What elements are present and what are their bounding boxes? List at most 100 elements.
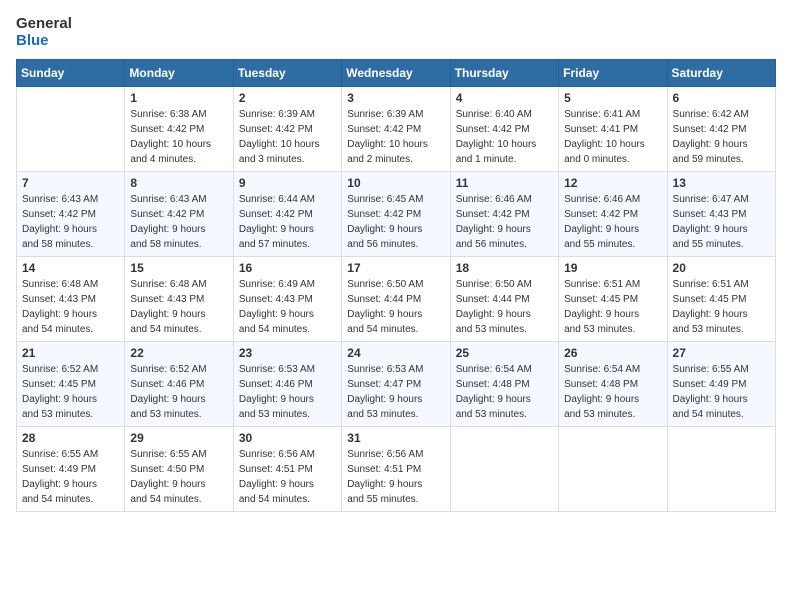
day-number: 28 — [22, 431, 119, 445]
calendar-week-5: 28 Sunrise: 6:55 AM Sunset: 4:49 PM Dayligh… — [17, 427, 776, 512]
calendar-cell: 4Sunrise: 6:40 AMSunset: 4:42 PMDaylight… — [450, 87, 558, 172]
day-number: 5 — [564, 91, 661, 105]
day-info-line: Sunrise: 6:41 AM — [564, 109, 640, 120]
day-info-line: and 54 minutes. — [130, 324, 201, 335]
day-info-line: Sunset: 4:43 PM — [673, 209, 747, 220]
day-number: 23 — [239, 346, 336, 360]
calendar-cell: 18Sunrise: 6:50 AMSunset: 4:44 PMDayligh… — [450, 257, 558, 342]
day-info-line: Daylight: 9 hours — [564, 309, 639, 320]
day-info: Sunrise: 6:43 AM Sunset: 4:42 PM Daylight:… — [22, 192, 119, 252]
day-info: Sunrise: 6:42 AMSunset: 4:42 PMDaylight:… — [673, 107, 770, 167]
day-info-line: and 59 minutes. — [673, 154, 744, 165]
day-info-line: Sunrise: 6:42 AM — [673, 109, 749, 120]
day-number: 15 — [130, 261, 227, 275]
day-info-line: and 55 minutes. — [673, 239, 744, 250]
day-info-line: Sunrise: 6:44 AM — [239, 194, 315, 205]
day-info: Sunrise: 6:56 AMSunset: 4:51 PMDaylight:… — [347, 447, 444, 507]
day-number: 4 — [456, 91, 553, 105]
day-info-line: Daylight: 9 hours — [347, 479, 422, 490]
day-number: 3 — [347, 91, 444, 105]
day-info: Sunrise: 6:55 AM Sunset: 4:49 PM Daylight:… — [673, 362, 770, 422]
weekday-header-tuesday: Tuesday — [233, 60, 341, 87]
day-number: 9 — [239, 176, 336, 190]
day-info-line: Daylight: 9 hours — [239, 394, 314, 405]
day-info-line: and 56 minutes. — [456, 239, 527, 250]
day-number: 8 — [130, 176, 227, 190]
day-info: Sunrise: 6:50 AMSunset: 4:44 PMDaylight:… — [456, 277, 553, 337]
day-info-line: Sunset: 4:51 PM — [239, 464, 313, 475]
day-info-line: Daylight: 9 hours — [130, 479, 205, 490]
calendar-cell: 2Sunrise: 6:39 AMSunset: 4:42 PMDaylight… — [233, 87, 341, 172]
calendar-cell: 25Sunrise: 6:54 AMSunset: 4:48 PMDayligh… — [450, 342, 558, 427]
day-info-line: Daylight: 9 hours — [22, 224, 97, 235]
day-info-line: and 54 minutes. — [673, 409, 744, 420]
day-info-line: Sunset: 4:45 PM — [22, 379, 96, 390]
day-info-line: and 55 minutes. — [564, 239, 635, 250]
day-info-line: Sunrise: 6:38 AM — [130, 109, 206, 120]
calendar-cell: 29Sunrise: 6:55 AMSunset: 4:50 PMDayligh… — [125, 427, 233, 512]
day-info-line: Sunrise: 6:39 AM — [347, 109, 423, 120]
day-number: 26 — [564, 346, 661, 360]
page-header: General Blue — [16, 16, 776, 49]
day-info-line: Sunrise: 6:55 AM — [130, 449, 206, 460]
day-info-line: Sunset: 4:45 PM — [564, 294, 638, 305]
day-info-line: Sunrise: 6:55 AM — [673, 364, 749, 375]
day-info-line: and 53 minutes. — [130, 409, 201, 420]
day-info-line: and 58 minutes. — [22, 239, 93, 250]
day-info-line: Sunset: 4:42 PM — [239, 124, 313, 135]
day-info-line: Sunrise: 6:48 AM — [22, 279, 98, 290]
day-number: 20 — [673, 261, 770, 275]
day-info: Sunrise: 6:48 AMSunset: 4:43 PMDaylight:… — [130, 277, 227, 337]
day-info-line: Sunset: 4:49 PM — [673, 379, 747, 390]
day-info-line: Daylight: 9 hours — [456, 309, 531, 320]
day-info-line: Sunrise: 6:47 AM — [673, 194, 749, 205]
day-info-line: and 4 minutes. — [130, 154, 196, 165]
day-number: 27 — [673, 346, 770, 360]
day-info-line: Sunrise: 6:48 AM — [130, 279, 206, 290]
logo: General Blue — [16, 16, 72, 49]
day-info-line: Daylight: 9 hours — [22, 479, 97, 490]
day-info-line: Sunset: 4:46 PM — [130, 379, 204, 390]
day-info: Sunrise: 6:43 AMSunset: 4:42 PMDaylight:… — [130, 192, 227, 252]
day-info: Sunrise: 6:41 AMSunset: 4:41 PMDaylight:… — [564, 107, 661, 167]
calendar-cell: 22Sunrise: 6:52 AMSunset: 4:46 PMDayligh… — [125, 342, 233, 427]
calendar-cell: 24Sunrise: 6:53 AMSunset: 4:47 PMDayligh… — [342, 342, 450, 427]
day-info-line: Sunrise: 6:54 AM — [456, 364, 532, 375]
day-info-line: and 58 minutes. — [130, 239, 201, 250]
day-info-line: and 2 minutes. — [347, 154, 413, 165]
day-number: 12 — [564, 176, 661, 190]
calendar-cell: 14Sunrise: 6:48 AMSunset: 4:43 PMDayligh… — [17, 257, 125, 342]
day-number: 11 — [456, 176, 553, 190]
calendar-cell: 30Sunrise: 6:56 AMSunset: 4:51 PMDayligh… — [233, 427, 341, 512]
day-info-line: and 1 minute. — [456, 154, 517, 165]
day-info-line: Sunset: 4:42 PM — [347, 209, 421, 220]
day-info-line: Sunset: 4:43 PM — [130, 294, 204, 305]
day-info-line: Daylight: 9 hours — [347, 394, 422, 405]
day-info-line: Sunrise: 6:46 AM — [564, 194, 640, 205]
day-info-line: Sunrise: 6:50 AM — [456, 279, 532, 290]
day-info-line: and 53 minutes. — [673, 324, 744, 335]
calendar-week-1: 1Sunrise: 6:38 AMSunset: 4:42 PMDaylight… — [17, 87, 776, 172]
day-info-line: Sunset: 4:45 PM — [673, 294, 747, 305]
day-info-line: Sunrise: 6:43 AM — [22, 194, 98, 205]
calendar-cell — [450, 427, 558, 512]
day-info-line: and 54 minutes. — [239, 324, 310, 335]
day-info-line: Daylight: 9 hours — [564, 224, 639, 235]
day-number: 2 — [239, 91, 336, 105]
day-info-line: Sunset: 4:42 PM — [22, 209, 96, 220]
day-info-line: Sunrise: 6:53 AM — [239, 364, 315, 375]
day-info-line: Sunrise: 6:50 AM — [347, 279, 423, 290]
day-info-line: Daylight: 9 hours — [130, 394, 205, 405]
calendar-cell: 12 Sunrise: 6:46 AM Sunset: 4:42 PM Dayligh… — [559, 172, 667, 257]
day-info-line: Sunset: 4:49 PM — [22, 464, 96, 475]
day-info-line: Sunset: 4:48 PM — [564, 379, 638, 390]
day-info-line: Daylight: 9 hours — [673, 394, 748, 405]
calendar-cell: 16Sunrise: 6:49 AMSunset: 4:43 PMDayligh… — [233, 257, 341, 342]
day-info-line: Sunset: 4:42 PM — [564, 209, 638, 220]
calendar-cell: 13Sunrise: 6:47 AMSunset: 4:43 PMDayligh… — [667, 172, 775, 257]
day-number: 6 — [673, 91, 770, 105]
day-info-line: Daylight: 9 hours — [456, 224, 531, 235]
day-info-line: Sunset: 4:42 PM — [239, 209, 313, 220]
day-info-line: Sunrise: 6:43 AM — [130, 194, 206, 205]
calendar-cell: 9Sunrise: 6:44 AMSunset: 4:42 PMDaylight… — [233, 172, 341, 257]
